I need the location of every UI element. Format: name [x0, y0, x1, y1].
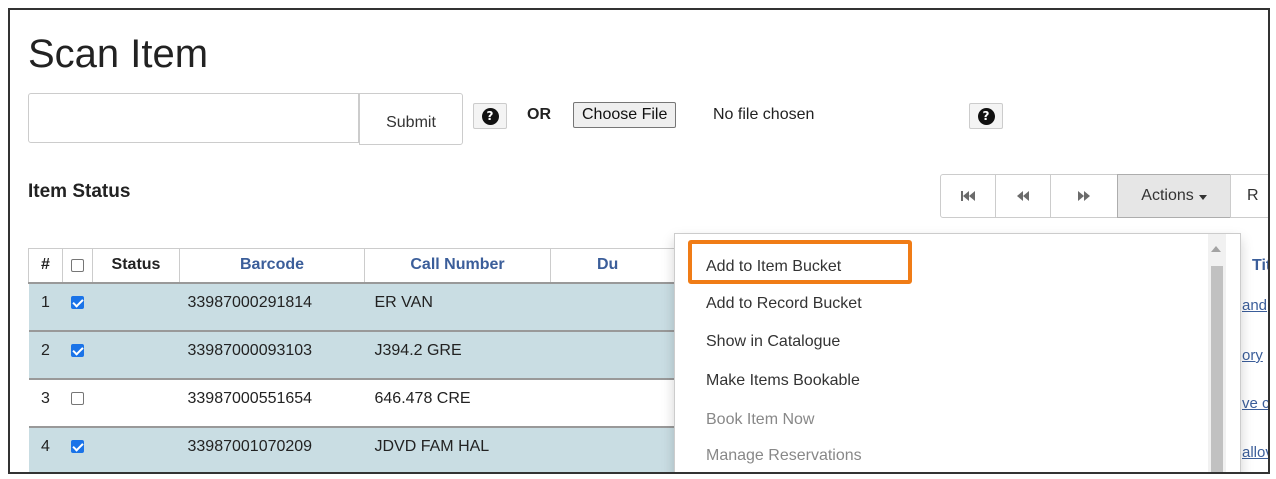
rewind-icon [1017, 191, 1029, 201]
column-header-status[interactable]: Status [92, 248, 180, 283]
first-page-button[interactable] [940, 174, 996, 218]
row-call-number: 646.478 CRE [364, 377, 551, 427]
item-status-window: Scan Item Submit ? OR Choose File No fil… [8, 8, 1270, 474]
menu-item[interactable]: Book Item Now [706, 411, 814, 429]
row-title-link[interactable]: ve c [1242, 395, 1268, 412]
barcode-help-button[interactable]: ? [473, 103, 507, 129]
row-checkbox[interactable] [71, 439, 84, 453]
row-barcode: 33987000551654 [179, 377, 365, 427]
partial-toolbar-button[interactable]: R [1230, 174, 1268, 218]
fast-forward-icon [1078, 191, 1090, 201]
row-call-number: JDVD FAM HAL [364, 425, 551, 472]
row-number: 1 [28, 281, 63, 331]
row-number: 2 [28, 329, 63, 379]
row-checkbox[interactable] [71, 343, 84, 357]
scroll-up-arrow-icon[interactable] [1211, 246, 1221, 252]
row-title-link[interactable]: allov [1242, 444, 1268, 461]
barcode-input[interactable] [28, 93, 359, 143]
choose-file-button[interactable]: Choose File [573, 102, 677, 128]
menu-scrollbar-thumb[interactable] [1211, 266, 1223, 472]
file-help-button[interactable]: ? [969, 103, 1003, 129]
row-call-number: J394.2 GRE [364, 329, 551, 379]
actions-dropdown-button[interactable]: Actions [1117, 174, 1231, 218]
row-number: 3 [28, 377, 63, 427]
row-status [92, 329, 180, 379]
row-select-cell[interactable] [62, 377, 93, 427]
row-select-cell[interactable] [62, 425, 93, 472]
column-header-barcode[interactable]: Barcode [179, 248, 365, 283]
row-number: 4 [28, 425, 63, 472]
row-barcode: 33987000093103 [179, 329, 365, 379]
next-page-button[interactable] [1050, 174, 1118, 218]
submit-button[interactable]: Submit [359, 93, 463, 145]
menu-item[interactable]: Manage Reservations [706, 447, 862, 465]
highlight-callout [688, 240, 912, 284]
previous-page-button[interactable] [995, 174, 1051, 218]
row-title-link[interactable]: and [1242, 297, 1267, 314]
file-status-text: No file chosen [713, 106, 815, 123]
actions-label: Actions [1141, 187, 1194, 204]
row-status [92, 425, 180, 472]
caret-down-icon [1198, 195, 1207, 200]
row-checkbox[interactable] [71, 391, 84, 405]
column-header-number[interactable]: # [28, 248, 63, 283]
column-header-select-all[interactable] [62, 248, 93, 283]
row-select-cell[interactable] [62, 329, 93, 379]
or-label: OR [527, 106, 551, 123]
row-checkbox[interactable] [71, 295, 84, 309]
row-status [92, 377, 180, 427]
menu-item[interactable]: Add to Record Bucket [706, 295, 862, 313]
column-header-title[interactable]: Titl [1240, 250, 1268, 284]
column-header-call-number[interactable]: Call Number [364, 248, 551, 283]
page-title: Scan Item [28, 32, 209, 76]
section-title: Item Status [28, 181, 131, 202]
question-icon: ? [977, 107, 995, 125]
row-barcode: 33987001070209 [179, 425, 365, 472]
row-call-number: ER VAN [364, 281, 551, 331]
question-icon: ? [481, 107, 499, 125]
row-barcode: 33987000291814 [179, 281, 365, 331]
row-status [92, 281, 180, 331]
row-title-link[interactable]: ory [1242, 347, 1263, 364]
menu-item[interactable]: Show in Catalogue [706, 333, 840, 351]
actions-menu: Add to Item Bucket Add to Record Bucket Sh… [674, 233, 1241, 472]
menu-item[interactable]: Make Items Bookable [706, 372, 860, 390]
skip-to-start-icon [961, 191, 975, 201]
row-select-cell[interactable] [62, 281, 93, 331]
select-all-checkbox[interactable] [71, 258, 84, 272]
